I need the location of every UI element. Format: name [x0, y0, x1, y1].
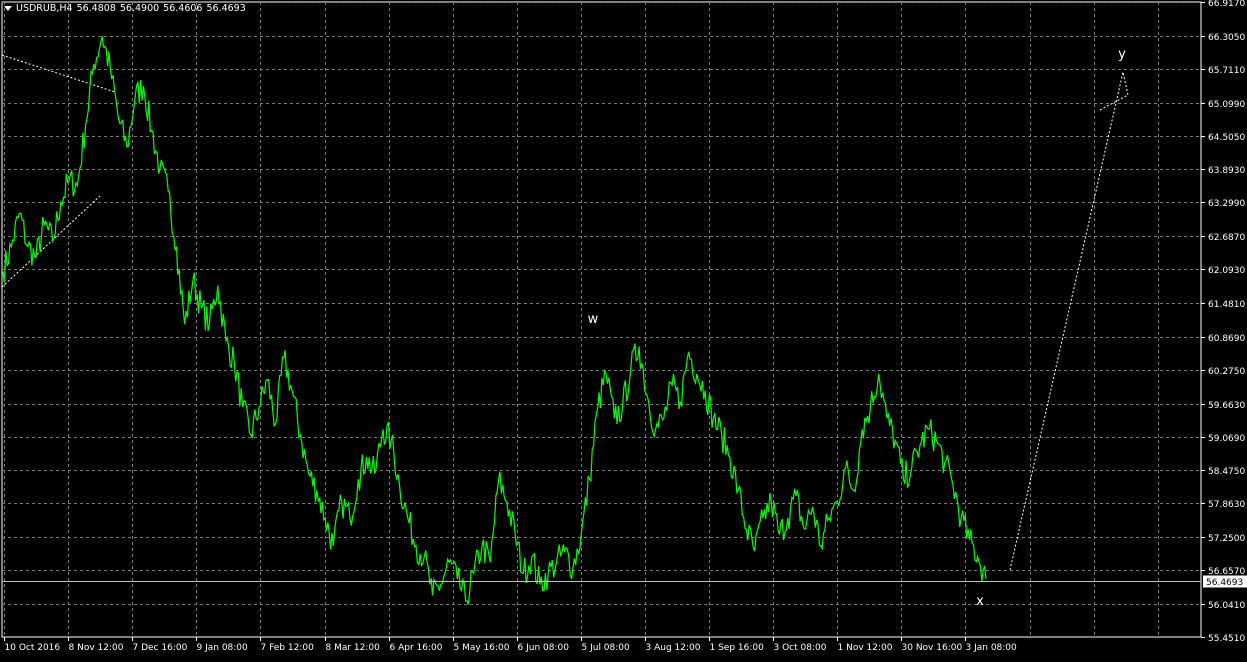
x-tick-label: 6 Jun 08:00: [518, 643, 570, 653]
chart-canvas[interactable]: 66.9170 66.3050 65.7110 65.0990 64.5050 63.89…: [0, 0, 1247, 658]
wave-label-x: x: [976, 594, 984, 609]
y-tick-label: 55.4510: [1208, 634, 1245, 644]
wave-projection-line: [1009, 71, 1129, 571]
y-tick-label: 58.4750: [1208, 467, 1245, 477]
x-tick-label: 30 Nov 16:00: [902, 643, 963, 653]
x-tick-label: 6 Apr 16:00: [390, 643, 443, 653]
x-tick-label: 8 Mar 12:00: [326, 643, 381, 653]
x-tick-label: 7 Dec 16:00: [133, 643, 188, 653]
y-tick-label: 63.2990: [1208, 199, 1245, 209]
y-tick-label: 62.6870: [1208, 233, 1245, 243]
x-tick-label: 1 Sep 16:00: [710, 643, 765, 653]
x-tick-label: 5 Jul 08:00: [582, 643, 631, 653]
y-tick-label: 59.0690: [1208, 434, 1245, 444]
symbol-timeframe-label: USDRUB,H4: [16, 3, 73, 14]
y-tick-label: 66.9170: [1208, 0, 1245, 9]
x-tick-label: 10 Oct 2016: [5, 643, 61, 653]
y-tick-label: 66.3050: [1208, 33, 1245, 43]
trendline-lower: [1, 195, 101, 288]
x-tick-label: 5 May 16:00: [454, 643, 510, 653]
x-tick-label: 9 Jan 08:00: [197, 643, 249, 653]
y-tick-label: 57.2500: [1208, 534, 1245, 544]
x-tick-label: 3 Aug 12:00: [646, 643, 701, 653]
y-tick-label: 60.8690: [1208, 334, 1245, 344]
open-price: 56.4808: [76, 3, 116, 14]
x-tick-label: 1 Nov 12:00: [838, 643, 893, 653]
x-tick-label: 3 Jan 08:00: [966, 643, 1018, 653]
y-tick-label: 57.8630: [1208, 500, 1245, 510]
price-line-series: [2, 36, 987, 605]
wave-label-w: w: [588, 312, 599, 327]
plot-frame: [1, 1, 1202, 638]
x-tick-label: 3 Oct 08:00: [774, 643, 827, 653]
x-tick-label: 7 Feb 12:00: [261, 643, 315, 653]
y-tick-label: 64.5050: [1208, 133, 1245, 143]
price-chart[interactable]: 66.9170 66.3050 65.7110 65.0990 64.5050 63.89…: [0, 0, 1247, 658]
y-tick-label: 56.0410: [1208, 601, 1245, 611]
y-tick-label: 61.4810: [1208, 300, 1245, 310]
y-tick-label: 65.7110: [1208, 66, 1245, 76]
low-price: 56.4606: [163, 3, 203, 14]
current-price-label: 56.4693: [1206, 578, 1243, 588]
collapse-triangle-icon[interactable]: [4, 6, 12, 11]
x-tick-label: 8 Nov 12:00: [69, 643, 124, 653]
y-tick-label: 62.0930: [1208, 266, 1245, 276]
y-tick-label: 60.2750: [1208, 367, 1245, 377]
y-tick-label: 63.8930: [1208, 166, 1245, 176]
y-tick-label: 65.0990: [1208, 100, 1245, 110]
y-tick-label: 59.6630: [1208, 401, 1245, 411]
high-price: 56.4900: [119, 3, 160, 14]
close-price: 56.4693: [206, 3, 246, 14]
chart-title-bar: USDRUB,H4 56.4808 56.4900 56.4606 56.469…: [4, 3, 246, 14]
wave-label-y: y: [1118, 47, 1126, 62]
trendline-upper: [1, 54, 116, 93]
